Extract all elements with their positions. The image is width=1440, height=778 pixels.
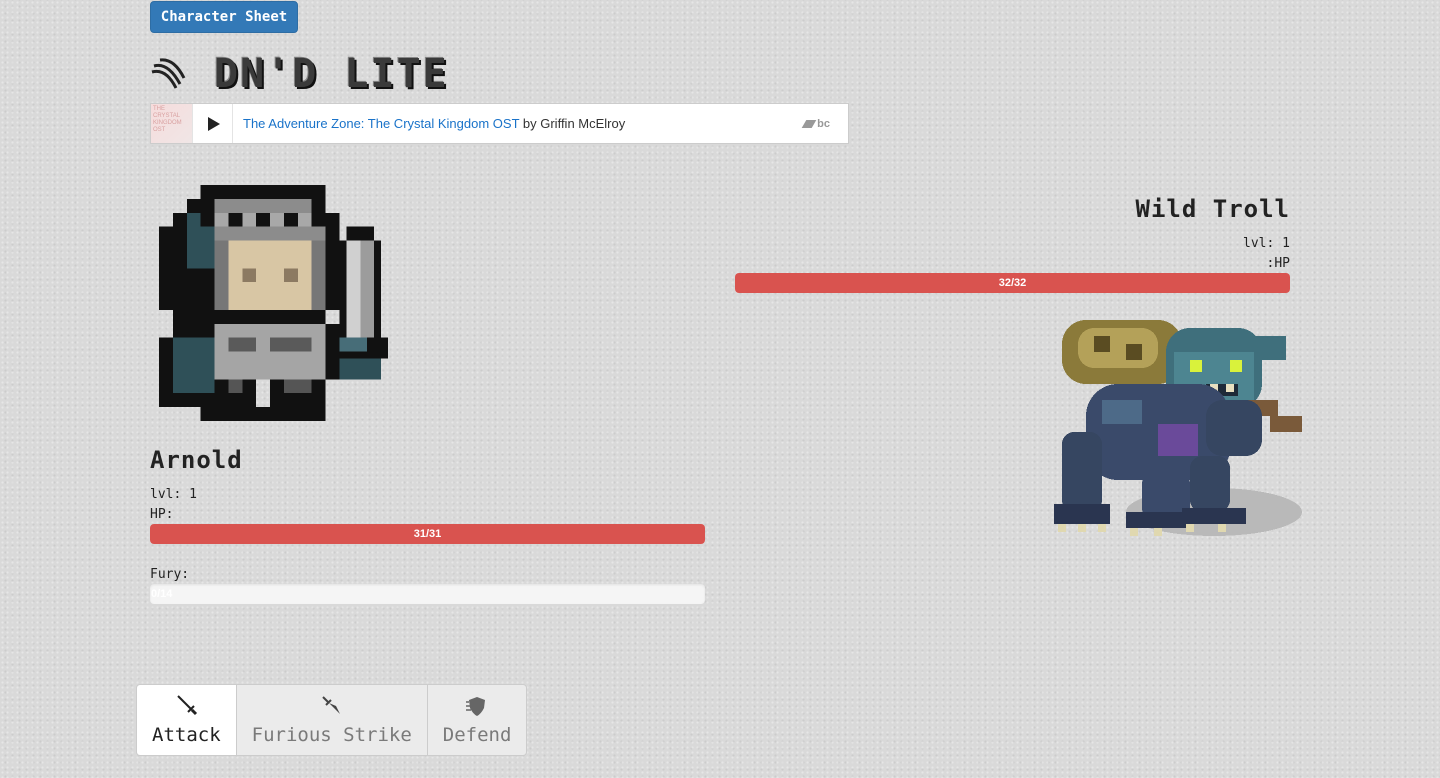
play-icon [208, 116, 220, 131]
action-bar: Attack Furious Strike Defend [136, 684, 528, 756]
character-sheet-button[interactable]: Character Sheet [150, 1, 298, 33]
player-fury-bar: 0/14 [150, 584, 705, 604]
shield-icon [466, 697, 486, 716]
player-fury-label: Fury: [150, 567, 190, 582]
enemy-hp-label: :HP [1266, 256, 1290, 271]
bandcamp-icon [801, 120, 817, 128]
knight-sprite [159, 185, 389, 421]
attack-button[interactable]: Attack [137, 685, 236, 755]
bandcamp-logo[interactable]: bc [801, 118, 830, 130]
defend-button[interactable]: Defend [426, 685, 527, 755]
enemy-hp-text: 32/32 [998, 277, 1027, 289]
player-fury-text: 0/14 [151, 588, 173, 600]
sword-icon [177, 695, 198, 716]
dagger-strike-icon [322, 696, 340, 714]
player-hp-text: 31/31 [413, 528, 442, 540]
album-art[interactable]: THE CRYSTAL KINGDOM OST [151, 104, 192, 143]
player-level: lvl: 1 [150, 487, 197, 502]
player-hp-bar: 31/31 [150, 524, 705, 544]
enemy-level: lvl: 1 [1243, 236, 1290, 251]
play-button[interactable] [192, 104, 233, 143]
furious-strike-button[interactable]: Furious Strike [235, 685, 427, 755]
claw-marks-icon [151, 58, 186, 89]
bandcamp-player: THE CRYSTAL KINGDOM OST The Adventure Zo… [150, 103, 849, 144]
track-artist: by Griffin McElroy [519, 116, 626, 131]
track-info: The Adventure Zone: The Crystal Kingdom … [243, 116, 625, 131]
troll-sprite [1054, 320, 1302, 536]
game-logo: DN'D LITE [214, 51, 449, 97]
enemy-hp-bar: 32/32 [735, 273, 1290, 293]
enemy-name: Wild Troll [1135, 195, 1290, 223]
player-name: Arnold [150, 446, 243, 474]
player-hp-label: HP: [150, 507, 174, 522]
track-link[interactable]: The Adventure Zone: The Crystal Kingdom … [243, 116, 519, 131]
